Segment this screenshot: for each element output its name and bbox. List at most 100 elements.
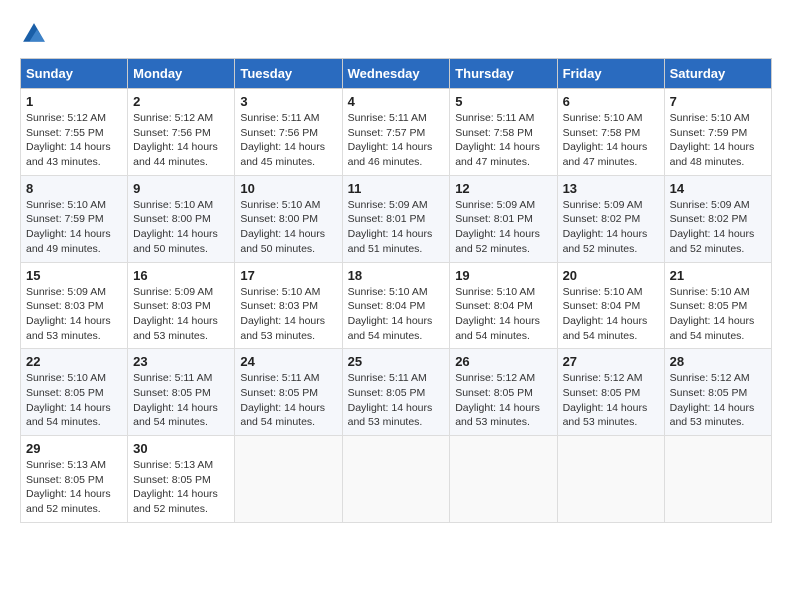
col-header-friday: Friday [557, 59, 664, 89]
day-number: 7 [670, 94, 766, 109]
day-info: Sunrise: 5:10 AMSunset: 7:58 PMDaylight:… [563, 111, 659, 170]
day-info: Sunrise: 5:09 AMSunset: 8:02 PMDaylight:… [670, 198, 766, 257]
calendar-cell: 30Sunrise: 5:13 AMSunset: 8:05 PMDayligh… [128, 436, 235, 523]
calendar-cell: 15 Sunrise: 5:09 AMSunset: 8:03 PMDayligh… [21, 262, 128, 349]
day-number: 6 [563, 94, 659, 109]
calendar-cell: 19Sunrise: 5:10 AMSunset: 8:04 PMDayligh… [450, 262, 557, 349]
day-info: Sunrise: 5:12 AMSunset: 8:05 PMDaylight:… [563, 371, 659, 430]
calendar-cell: 2Sunrise: 5:12 AMSunset: 7:56 PMDaylight… [128, 89, 235, 176]
day-number: 3 [240, 94, 336, 109]
day-number: 17 [240, 268, 336, 283]
day-info: Sunrise: 5:12 AMSunset: 7:55 PMDaylight:… [26, 111, 122, 170]
day-info: Sunrise: 5:10 AMSunset: 8:03 PMDaylight:… [240, 285, 336, 344]
calendar-cell: 22 Sunrise: 5:10 AMSunset: 8:05 PMDayligh… [21, 349, 128, 436]
calendar-cell: 17 Sunrise: 5:10 AMSunset: 8:03 PMDayligh… [235, 262, 342, 349]
day-info: Sunrise: 5:10 AMSunset: 7:59 PMDaylight:… [670, 111, 766, 170]
col-header-monday: Monday [128, 59, 235, 89]
logo [20, 20, 52, 48]
calendar-cell: 4 Sunrise: 5:11 AMSunset: 7:57 PMDaylight… [342, 89, 450, 176]
calendar-cell [664, 436, 771, 523]
calendar-cell: 11 Sunrise: 5:09 AMSunset: 8:01 PMDayligh… [342, 175, 450, 262]
day-number: 11 [348, 181, 445, 196]
day-number: 16 [133, 268, 229, 283]
day-number: 21 [670, 268, 766, 283]
page-header [20, 20, 772, 48]
calendar-header-row: SundayMondayTuesdayWednesdayThursdayFrid… [21, 59, 772, 89]
calendar-cell: 26 Sunrise: 5:12 AMSunset: 8:05 PMDayligh… [450, 349, 557, 436]
calendar-week-row: 15 Sunrise: 5:09 AMSunset: 8:03 PMDayligh… [21, 262, 772, 349]
day-number: 4 [348, 94, 445, 109]
calendar-cell: 7 Sunrise: 5:10 AMSunset: 7:59 PMDaylight… [664, 89, 771, 176]
day-info: Sunrise: 5:11 AMSunset: 8:05 PMDaylight:… [133, 371, 229, 430]
day-info: Sunrise: 5:09 AMSunset: 8:01 PMDaylight:… [455, 198, 551, 257]
day-info: Sunrise: 5:11 AMSunset: 7:58 PMDaylight:… [455, 111, 551, 170]
calendar-cell: 10Sunrise: 5:10 AMSunset: 8:00 PMDayligh… [235, 175, 342, 262]
col-header-thursday: Thursday [450, 59, 557, 89]
calendar-cell: 5 Sunrise: 5:11 AMSunset: 7:58 PMDaylight… [450, 89, 557, 176]
day-info: Sunrise: 5:10 AMSunset: 8:00 PMDaylight:… [133, 198, 229, 257]
day-number: 1 [26, 94, 122, 109]
day-number: 19 [455, 268, 551, 283]
day-info: Sunrise: 5:10 AMSunset: 8:05 PMDaylight:… [670, 285, 766, 344]
day-number: 23 [133, 354, 229, 369]
day-info: Sunrise: 5:12 AMSunset: 8:05 PMDaylight:… [455, 371, 551, 430]
calendar-cell: 3 Sunrise: 5:11 AMSunset: 7:56 PMDaylight… [235, 89, 342, 176]
calendar-cell: 6 Sunrise: 5:10 AMSunset: 7:58 PMDaylight… [557, 89, 664, 176]
day-info: Sunrise: 5:11 AMSunset: 8:05 PMDaylight:… [348, 371, 445, 430]
day-number: 24 [240, 354, 336, 369]
calendar-cell [235, 436, 342, 523]
day-number: 22 [26, 354, 122, 369]
calendar-cell: 8Sunrise: 5:10 AMSunset: 7:59 PMDaylight… [21, 175, 128, 262]
day-number: 25 [348, 354, 445, 369]
col-header-wednesday: Wednesday [342, 59, 450, 89]
day-number: 5 [455, 94, 551, 109]
calendar-week-row: 29Sunrise: 5:13 AMSunset: 8:05 PMDayligh… [21, 436, 772, 523]
day-number: 8 [26, 181, 122, 196]
calendar-table: SundayMondayTuesdayWednesdayThursdayFrid… [20, 58, 772, 523]
calendar-cell: 23 Sunrise: 5:11 AMSunset: 8:05 PMDayligh… [128, 349, 235, 436]
day-info: Sunrise: 5:10 AMSunset: 8:05 PMDaylight:… [26, 371, 122, 430]
calendar-cell: 12 Sunrise: 5:09 AMSunset: 8:01 PMDayligh… [450, 175, 557, 262]
calendar-cell [557, 436, 664, 523]
calendar-cell: 1 Sunrise: 5:12 AMSunset: 7:55 PMDaylight… [21, 89, 128, 176]
day-number: 26 [455, 354, 551, 369]
calendar-cell: 25 Sunrise: 5:11 AMSunset: 8:05 PMDayligh… [342, 349, 450, 436]
day-info: Sunrise: 5:09 AMSunset: 8:03 PMDaylight:… [133, 285, 229, 344]
calendar-week-row: 1 Sunrise: 5:12 AMSunset: 7:55 PMDaylight… [21, 89, 772, 176]
day-info: Sunrise: 5:11 AMSunset: 8:05 PMDaylight:… [240, 371, 336, 430]
calendar-week-row: 8Sunrise: 5:10 AMSunset: 7:59 PMDaylight… [21, 175, 772, 262]
day-info: Sunrise: 5:10 AMSunset: 8:00 PMDaylight:… [240, 198, 336, 257]
day-info: Sunrise: 5:12 AMSunset: 8:05 PMDaylight:… [670, 371, 766, 430]
day-info: Sunrise: 5:13 AMSunset: 8:05 PMDaylight:… [133, 458, 229, 517]
day-number: 14 [670, 181, 766, 196]
calendar-cell [450, 436, 557, 523]
col-header-saturday: Saturday [664, 59, 771, 89]
calendar-cell: 24 Sunrise: 5:11 AMSunset: 8:05 PMDayligh… [235, 349, 342, 436]
calendar-cell: 20 Sunrise: 5:10 AMSunset: 8:04 PMDayligh… [557, 262, 664, 349]
calendar-cell: 28 Sunrise: 5:12 AMSunset: 8:05 PMDayligh… [664, 349, 771, 436]
day-info: Sunrise: 5:09 AMSunset: 8:01 PMDaylight:… [348, 198, 445, 257]
day-info: Sunrise: 5:11 AMSunset: 7:56 PMDaylight:… [240, 111, 336, 170]
calendar-cell: 9 Sunrise: 5:10 AMSunset: 8:00 PMDaylight… [128, 175, 235, 262]
calendar-cell: 18Sunrise: 5:10 AMSunset: 8:04 PMDayligh… [342, 262, 450, 349]
day-info: Sunrise: 5:09 AMSunset: 8:02 PMDaylight:… [563, 198, 659, 257]
calendar-cell: 21 Sunrise: 5:10 AMSunset: 8:05 PMDayligh… [664, 262, 771, 349]
day-info: Sunrise: 5:11 AMSunset: 7:57 PMDaylight:… [348, 111, 445, 170]
calendar-week-row: 22 Sunrise: 5:10 AMSunset: 8:05 PMDayligh… [21, 349, 772, 436]
day-number: 18 [348, 268, 445, 283]
day-number: 15 [26, 268, 122, 283]
calendar-cell: 16 Sunrise: 5:09 AMSunset: 8:03 PMDayligh… [128, 262, 235, 349]
day-number: 9 [133, 181, 229, 196]
calendar-cell: 27 Sunrise: 5:12 AMSunset: 8:05 PMDayligh… [557, 349, 664, 436]
col-header-tuesday: Tuesday [235, 59, 342, 89]
day-number: 20 [563, 268, 659, 283]
calendar-cell: 14 Sunrise: 5:09 AMSunset: 8:02 PMDayligh… [664, 175, 771, 262]
logo-icon [20, 20, 48, 48]
day-number: 27 [563, 354, 659, 369]
day-info: Sunrise: 5:09 AMSunset: 8:03 PMDaylight:… [26, 285, 122, 344]
day-number: 12 [455, 181, 551, 196]
col-header-sunday: Sunday [21, 59, 128, 89]
day-number: 28 [670, 354, 766, 369]
day-number: 2 [133, 94, 229, 109]
day-info: Sunrise: 5:10 AMSunset: 8:04 PMDaylight:… [563, 285, 659, 344]
